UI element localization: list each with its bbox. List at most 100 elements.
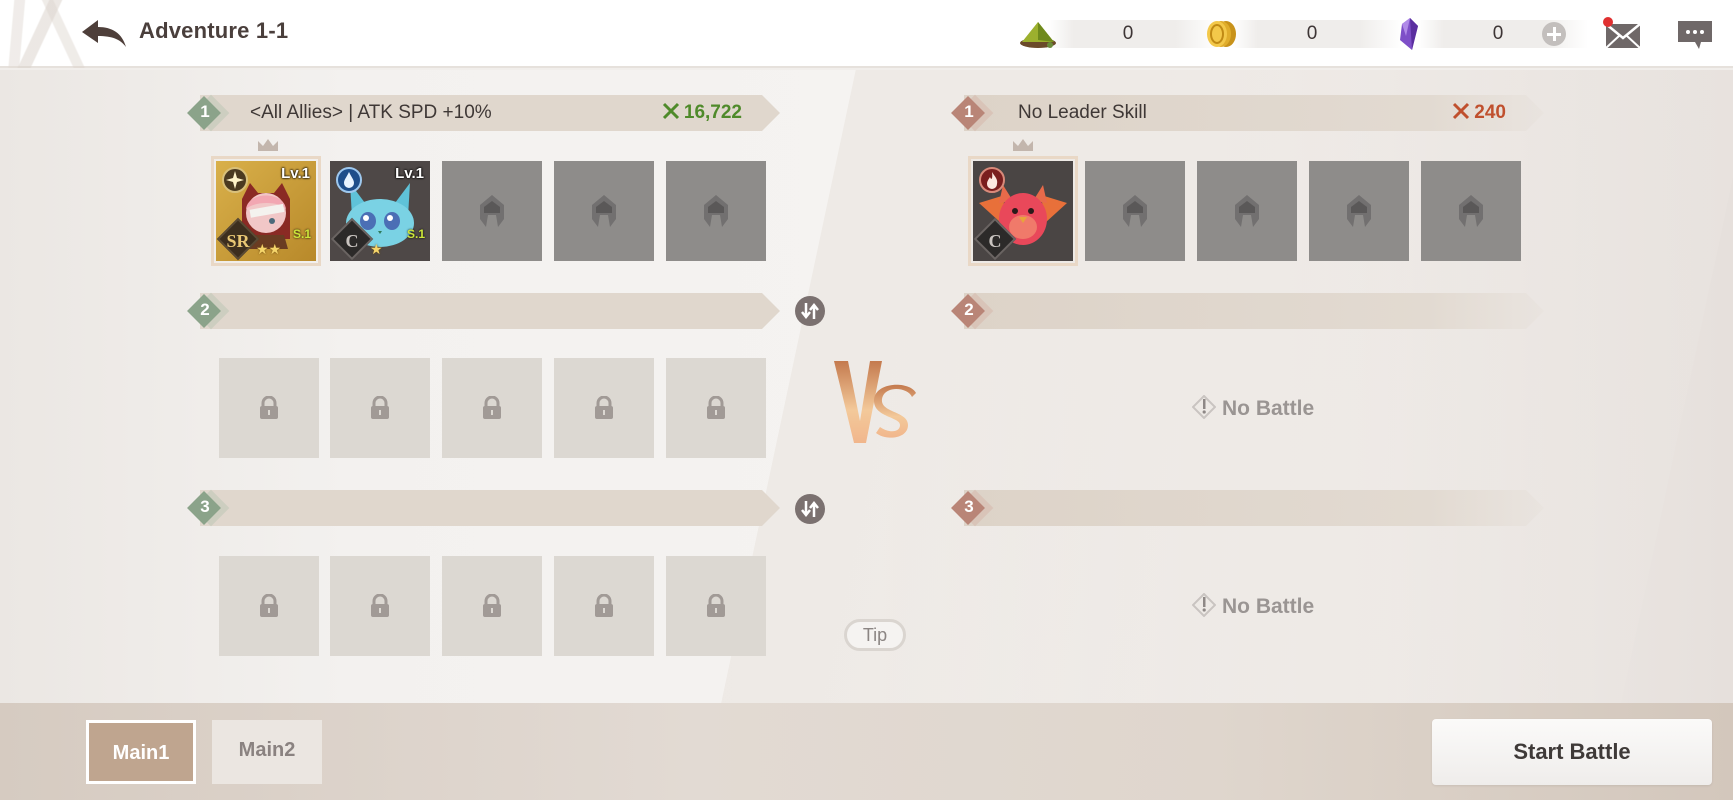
team-power-value: 240 bbox=[1474, 102, 1506, 123]
team-number: 2 bbox=[200, 300, 210, 319]
lock-icon bbox=[371, 396, 389, 419]
ally-locked-slot bbox=[554, 556, 654, 656]
enemy-team-1-header: 1 No Leader Skill 240 bbox=[950, 94, 1544, 132]
vs-emblem bbox=[834, 361, 916, 443]
enemy-team-3-header: 3 bbox=[950, 489, 1544, 527]
header-bar bbox=[200, 490, 780, 526]
battle-setup-area: 1 <All Allies> | ATK SPD +10% 16,722 Lv.… bbox=[0, 70, 1733, 703]
tab-main1[interactable]: Main1 bbox=[86, 720, 196, 784]
header-bar bbox=[964, 293, 1544, 329]
currency-stamina: 0 bbox=[1020, 20, 1218, 48]
hero-level: Lv.1 bbox=[395, 165, 424, 182]
stamina-pyramid-icon bbox=[1020, 22, 1056, 48]
chat-icon bbox=[1678, 21, 1712, 49]
warning-diamond-icon bbox=[1191, 592, 1217, 618]
helmet-placeholder-icon bbox=[1123, 195, 1147, 227]
chat-button[interactable] bbox=[1677, 20, 1713, 50]
ally-empty-slot-3[interactable] bbox=[442, 161, 542, 261]
skill-level: S.1 bbox=[292, 227, 311, 241]
team-number-badge: 1 bbox=[186, 94, 230, 132]
rarity-label: C bbox=[345, 231, 359, 251]
tab-main2[interactable]: Main2 bbox=[212, 720, 322, 784]
ally-team-3-header: 3 bbox=[186, 489, 780, 527]
mail-button[interactable] bbox=[1600, 14, 1644, 52]
rarity-label: SR bbox=[226, 231, 250, 251]
fire-element-icon bbox=[979, 167, 1005, 193]
enemy-hero-slot-1[interactable]: C bbox=[968, 156, 1078, 266]
mail-icon bbox=[1603, 17, 1641, 49]
team-number: 3 bbox=[200, 497, 210, 516]
ally-empty-slot-4[interactable] bbox=[554, 161, 654, 261]
ally-hero-slot-1[interactable]: Lv.1 SR S.1 ★★ bbox=[211, 156, 321, 266]
leader-skill-text: No Leader Skill bbox=[1018, 102, 1147, 123]
rarity-label: C bbox=[988, 231, 1002, 251]
team-number-badge: 2 bbox=[950, 292, 994, 330]
warning-diamond-icon bbox=[1191, 394, 1217, 420]
lock-icon bbox=[260, 396, 278, 419]
no-battle-status: No Battle bbox=[1191, 592, 1315, 619]
enemy-empty-slot-4 bbox=[1309, 161, 1409, 261]
lock-icon bbox=[707, 594, 725, 617]
light-element-icon bbox=[222, 167, 248, 193]
lock-icon bbox=[595, 594, 613, 617]
stamina-value: 0 bbox=[1122, 23, 1134, 44]
lock-icon bbox=[260, 594, 278, 617]
skill-level: S.1 bbox=[406, 227, 425, 241]
ally-team-2-header: 2 bbox=[186, 292, 780, 330]
swap-team-2-button[interactable] bbox=[795, 296, 825, 326]
header-bar bbox=[200, 293, 780, 329]
team-power: 16,722 bbox=[662, 102, 742, 124]
lock-icon bbox=[707, 396, 725, 419]
no-battle-label: No Battle bbox=[1222, 397, 1315, 420]
lock-icon bbox=[483, 594, 501, 617]
header-bar bbox=[964, 490, 1544, 526]
helmet-placeholder-icon bbox=[1459, 195, 1483, 227]
team-number-badge: 1 bbox=[950, 94, 994, 132]
tip-button[interactable]: Tip bbox=[844, 619, 906, 651]
hero-level: Lv.1 bbox=[281, 165, 310, 182]
lock-icon bbox=[595, 396, 613, 419]
crossed-swords-icon bbox=[1453, 102, 1470, 120]
ally-locked-slot bbox=[330, 358, 430, 458]
enemy-empty-slot-5 bbox=[1421, 161, 1521, 261]
leader-crown-icon bbox=[258, 139, 278, 151]
crossed-swords-icon bbox=[662, 102, 679, 120]
lock-icon bbox=[371, 594, 389, 617]
lock-icon bbox=[483, 396, 501, 419]
notification-dot bbox=[1603, 17, 1613, 27]
ally-hero-slot-2[interactable]: Lv.1 C S.1 ★ bbox=[330, 161, 430, 261]
no-battle-status: No Battle bbox=[1191, 394, 1315, 421]
ally-empty-slot-5[interactable] bbox=[666, 161, 766, 261]
team-number: 1 bbox=[964, 102, 974, 121]
helmet-placeholder-icon bbox=[1347, 195, 1371, 227]
ally-locked-slot bbox=[219, 556, 319, 656]
gold-coin-icon bbox=[1207, 21, 1236, 47]
team-number: 1 bbox=[200, 102, 210, 121]
ally-team-1-header: 1 <All Allies> | ATK SPD +10% 16,722 bbox=[186, 94, 780, 132]
ally-locked-slot bbox=[666, 556, 766, 656]
team-number-badge: 2 bbox=[186, 292, 230, 330]
helmet-placeholder-icon bbox=[1235, 195, 1259, 227]
back-arrow-icon bbox=[82, 20, 126, 47]
add-currency-button[interactable] bbox=[1542, 22, 1566, 46]
enemy-empty-slot-3 bbox=[1197, 161, 1297, 261]
helmet-placeholder-icon bbox=[592, 195, 616, 227]
team-number: 3 bbox=[964, 497, 974, 516]
no-battle-label: No Battle bbox=[1222, 595, 1315, 618]
ally-locked-slot bbox=[442, 556, 542, 656]
ally-locked-slot bbox=[554, 358, 654, 458]
team-power-value: 16,722 bbox=[683, 102, 742, 123]
top-bar: Adventure 1-1 0 0 0 bbox=[0, 0, 1733, 68]
team-number: 2 bbox=[964, 300, 974, 319]
back-button[interactable] bbox=[80, 18, 128, 50]
start-battle-button[interactable]: Start Battle bbox=[1432, 719, 1712, 785]
enemy-team-2-header: 2 bbox=[950, 292, 1544, 330]
page-title: Adventure 1-1 bbox=[139, 18, 289, 43]
swap-team-3-button[interactable] bbox=[795, 494, 825, 524]
ally-locked-slot bbox=[219, 358, 319, 458]
helmet-placeholder-icon bbox=[480, 195, 504, 227]
star-rating: ★ bbox=[370, 241, 383, 257]
leader-skill-text: <All Allies> | ATK SPD +10% bbox=[250, 102, 492, 123]
ally-locked-slot bbox=[442, 358, 542, 458]
swap-arrows-icon bbox=[801, 500, 819, 518]
